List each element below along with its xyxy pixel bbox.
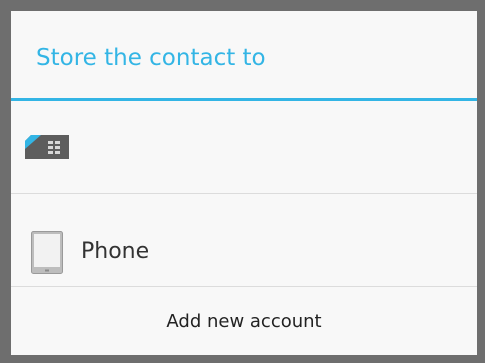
store-contact-dialog: Store the contact to Phone Add new accou… [11,11,477,355]
add-new-account-button[interactable]: Add new account [11,287,477,355]
option-phone[interactable]: Phone [11,194,477,286]
dialog-title-bar: Store the contact to [11,11,477,98]
add-new-account-label: Add new account [166,311,322,332]
phone-icon [31,231,63,274]
dialog-title: Store the contact to [36,45,266,71]
option-sim-card[interactable] [11,101,477,193]
option-phone-label: Phone [81,239,150,264]
sim-card-icon [25,135,69,159]
